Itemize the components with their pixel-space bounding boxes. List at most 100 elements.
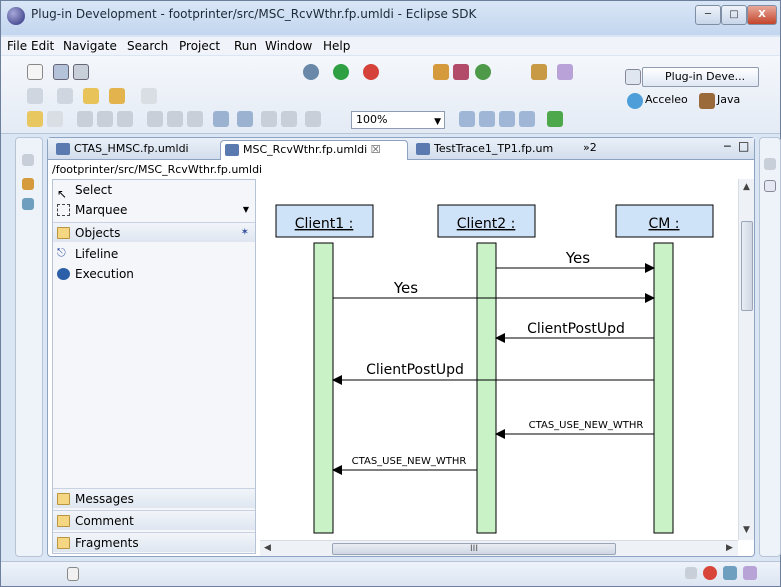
menu-help[interactable]: Help bbox=[323, 39, 350, 53]
execution-icon bbox=[57, 268, 70, 280]
tab-overflow-button[interactable]: »2 bbox=[583, 141, 597, 154]
align-center-icon[interactable] bbox=[97, 111, 113, 127]
lifeline-client1-bar[interactable] bbox=[313, 242, 334, 534]
palette-marquee-tool[interactable]: Marquee ▼ bbox=[53, 200, 255, 220]
chevron-down-icon[interactable]: ▼ bbox=[243, 200, 249, 220]
perspective-acceleo[interactable]: Acceleo bbox=[645, 93, 688, 106]
outline-icon[interactable] bbox=[22, 198, 34, 210]
tab-testtrace[interactable]: TestTrace1_TP1.fp.um bbox=[412, 140, 582, 160]
menu-file[interactable]: File bbox=[7, 39, 27, 53]
restore-icon[interactable] bbox=[22, 154, 34, 166]
lifeline-client2-bar[interactable] bbox=[476, 242, 497, 534]
arrow-up-icon[interactable] bbox=[499, 111, 515, 127]
vertical-scrollbar[interactable]: ▲ ▼ bbox=[738, 179, 754, 540]
open-perspective-icon[interactable] bbox=[625, 69, 641, 85]
arrow-right-icon[interactable] bbox=[479, 111, 495, 127]
back-icon[interactable] bbox=[109, 88, 125, 104]
new-class-icon[interactable] bbox=[453, 64, 469, 80]
java-icon bbox=[699, 93, 715, 109]
close-button[interactable]: X bbox=[747, 5, 777, 25]
tab-label: TestTrace1_TP1.fp.um bbox=[434, 142, 554, 155]
menu-run[interactable]: Run bbox=[234, 39, 257, 53]
drawer-messages-label: Messages bbox=[75, 492, 134, 506]
align-right-icon[interactable] bbox=[117, 111, 133, 127]
status-bar bbox=[1, 561, 780, 586]
pin-icon[interactable]: ✶ bbox=[241, 223, 249, 243]
new-file-icon[interactable] bbox=[27, 64, 43, 80]
menu-project[interactable]: Project bbox=[179, 39, 220, 53]
scroll-up-icon[interactable]: ▲ bbox=[743, 182, 750, 192]
menu-edit[interactable]: Edit bbox=[31, 39, 54, 53]
palette-select-tool[interactable]: ↖ Select bbox=[53, 180, 255, 201]
fast-view-icon[interactable] bbox=[67, 567, 79, 581]
align-left-icon[interactable] bbox=[77, 111, 93, 127]
perspective-plugin-button[interactable]: Plug-in Deve... bbox=[642, 67, 759, 87]
layout-icon[interactable] bbox=[281, 111, 297, 127]
diagram-canvas[interactable]: Client1 : Client2 : CM : Yes Yes ClientP… bbox=[260, 179, 738, 540]
distribute-icon[interactable] bbox=[261, 111, 277, 127]
error-log-icon[interactable] bbox=[703, 566, 717, 580]
match-width-icon[interactable] bbox=[213, 111, 229, 127]
marquee-icon bbox=[57, 204, 70, 216]
package-explorer-icon[interactable] bbox=[22, 178, 34, 190]
align-bottom-icon[interactable] bbox=[187, 111, 203, 127]
external-tools-icon[interactable] bbox=[363, 64, 379, 80]
vertical-scroll-thumb[interactable] bbox=[741, 221, 753, 311]
search-icon[interactable] bbox=[557, 64, 573, 80]
scroll-left-icon[interactable]: ◀ bbox=[264, 543, 271, 553]
new-interface-icon[interactable] bbox=[475, 64, 491, 80]
properties-icon[interactable] bbox=[743, 566, 757, 580]
palette-lifeline-tool[interactable]: ⎋ Lifeline bbox=[53, 244, 255, 264]
tab-msc-rcvwthr[interactable]: MSC_RcvWthr.fp.umldi ☒ bbox=[220, 140, 408, 160]
eclipse-logo-icon bbox=[7, 7, 25, 25]
tab-ctas-hmsc[interactable]: CTAS_HMSC.fp.umldi bbox=[52, 140, 222, 160]
checkmark-icon[interactable] bbox=[547, 111, 563, 127]
drawer-objects[interactable]: Objects ✶ bbox=[53, 222, 255, 242]
horizontal-scroll-thumb[interactable]: III bbox=[332, 543, 616, 555]
previous-annotation-icon[interactable] bbox=[57, 88, 73, 104]
horizontal-scrollbar[interactable]: ◀ III ▶ bbox=[260, 540, 738, 556]
maximize-view-icon[interactable]: □ bbox=[738, 139, 749, 153]
zoom-combo[interactable]: 100% ▼ bbox=[351, 111, 445, 129]
tasks-icon[interactable] bbox=[723, 566, 737, 580]
scroll-down-icon[interactable]: ▼ bbox=[743, 525, 750, 535]
forward-icon[interactable] bbox=[141, 88, 157, 104]
minimize-view-icon[interactable]: ─ bbox=[724, 140, 731, 153]
lifeline-cm-bar[interactable] bbox=[653, 242, 674, 534]
drawer-comment[interactable]: Comment bbox=[53, 510, 255, 530]
print-icon[interactable] bbox=[73, 64, 89, 80]
drawer-messages[interactable]: Messages bbox=[53, 488, 255, 508]
window-title: Plug-in Development - footprinter/src/MS… bbox=[31, 7, 477, 21]
menu-window[interactable]: Window bbox=[265, 39, 312, 53]
match-height-icon[interactable] bbox=[237, 111, 253, 127]
lifeline-icon: ⎋ bbox=[57, 246, 66, 259]
message-label: Yes bbox=[565, 249, 590, 267]
menu-search[interactable]: Search bbox=[127, 39, 168, 53]
last-edit-icon[interactable] bbox=[83, 88, 99, 104]
open-type-icon[interactable] bbox=[531, 64, 547, 80]
new-package-icon[interactable] bbox=[433, 64, 449, 80]
tab-label: MSC_RcvWthr.fp.umldi bbox=[243, 143, 368, 156]
chevron-down-icon: ▼ bbox=[434, 117, 441, 127]
scroll-right-icon[interactable]: ▶ bbox=[726, 543, 733, 553]
next-annotation-icon[interactable] bbox=[27, 88, 43, 104]
close-tab-icon[interactable]: ☒ bbox=[371, 143, 381, 156]
menu-navigate[interactable]: Navigate bbox=[63, 39, 117, 53]
debug-icon[interactable] bbox=[303, 64, 319, 80]
restore-icon[interactable] bbox=[685, 567, 697, 579]
minimize-button[interactable]: ─ bbox=[695, 5, 721, 25]
maximize-button[interactable]: □ bbox=[721, 5, 747, 25]
restore-icon[interactable] bbox=[764, 158, 776, 170]
align-top-icon[interactable] bbox=[147, 111, 163, 127]
drawer-fragments[interactable]: Fragments bbox=[53, 532, 255, 552]
console-icon[interactable] bbox=[764, 180, 776, 192]
arrow-left-icon[interactable] bbox=[459, 111, 475, 127]
save-icon[interactable] bbox=[53, 64, 69, 80]
palette-execution-tool[interactable]: Execution bbox=[53, 264, 255, 284]
arrow-top-icon[interactable] bbox=[519, 111, 535, 127]
edit-icon[interactable] bbox=[27, 111, 43, 127]
run-icon[interactable] bbox=[333, 64, 349, 80]
fit-icon[interactable] bbox=[305, 111, 321, 127]
perspective-java[interactable]: Java bbox=[717, 93, 740, 106]
align-middle-icon[interactable] bbox=[167, 111, 183, 127]
